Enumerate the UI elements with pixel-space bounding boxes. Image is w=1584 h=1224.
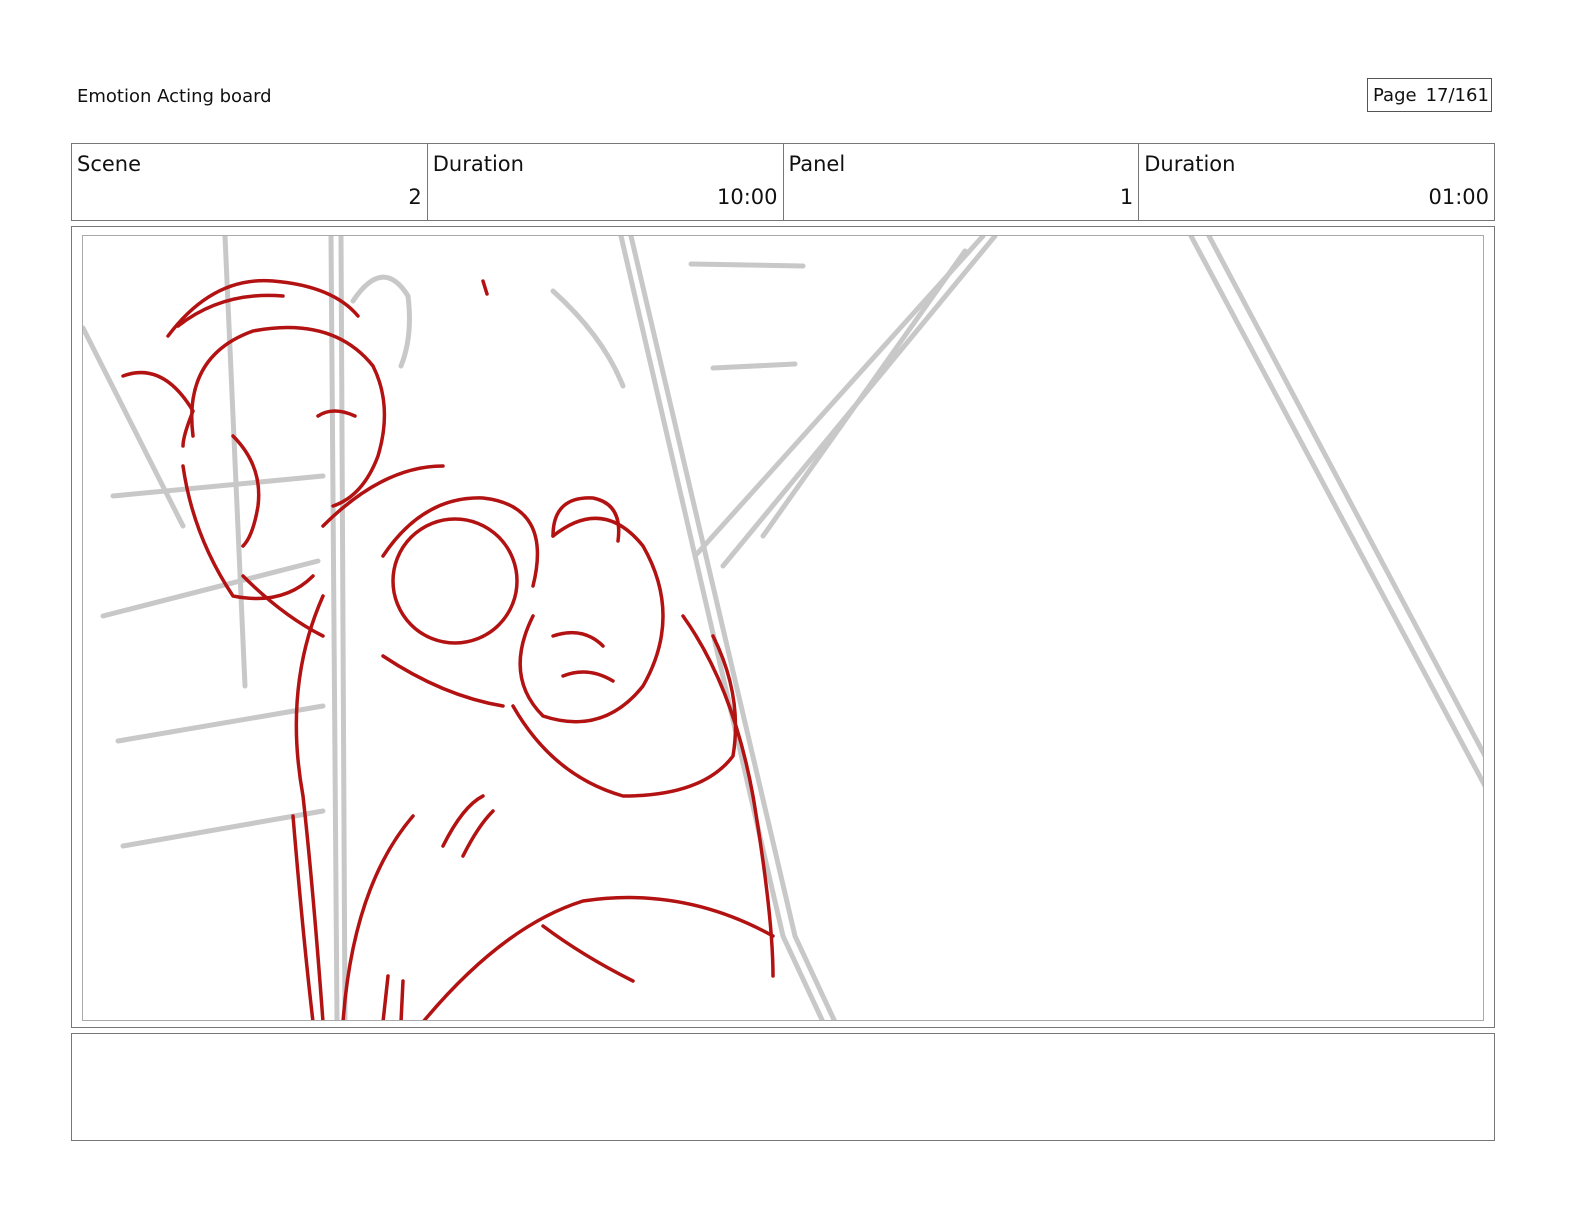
board-title: Emotion Acting board	[77, 86, 272, 107]
guide-line	[1206, 236, 1483, 758]
shoulder-joint	[391, 517, 519, 645]
scene-cell: Scene 2	[72, 144, 428, 220]
storyboard-panel	[82, 235, 1484, 1021]
scene-value: 2	[408, 185, 422, 209]
scene-label: Scene	[77, 152, 142, 176]
character-rough	[121, 278, 775, 1020]
guide-line	[328, 236, 340, 1020]
chest-line	[541, 924, 635, 983]
panel-duration-label: Duration	[1144, 152, 1236, 176]
fist	[518, 516, 665, 724]
guide-lines	[83, 236, 1483, 1020]
guide-line	[688, 261, 806, 269]
notes-box	[71, 1033, 1495, 1141]
eye	[316, 409, 357, 418]
page-indicator: Page 17/161	[1367, 78, 1492, 112]
guide-line	[550, 288, 626, 389]
guide-line	[1188, 236, 1483, 788]
scene-duration-cell: Duration 10:00	[428, 144, 784, 220]
storyboard-panel-frame	[71, 226, 1495, 1028]
torso-mark	[461, 809, 495, 858]
guide-line	[222, 236, 248, 689]
torso-stroke	[381, 974, 390, 1020]
guide-line	[710, 361, 798, 371]
ear-fin	[121, 370, 195, 448]
guide-line	[115, 703, 326, 744]
torso-stroke	[399, 979, 405, 1020]
page-number: 17/161	[1425, 84, 1489, 106]
panel-info-row: Scene 2 Duration 10:00 Panel 1 Duration …	[71, 143, 1495, 221]
guide-line	[100, 558, 321, 619]
page-label: Page	[1373, 84, 1417, 106]
arm-line	[381, 654, 505, 708]
guide-line	[338, 236, 348, 1020]
knuckle	[551, 630, 605, 648]
scene-duration-value: 10:00	[716, 185, 778, 209]
knuckle	[561, 670, 615, 683]
head-mark	[481, 279, 489, 296]
guide-line	[760, 248, 968, 539]
panel-duration-value: 01:00	[1428, 185, 1489, 209]
panel-label: Panel	[788, 152, 846, 176]
panel-cell: Panel 1	[784, 144, 1140, 220]
chest-arc	[422, 895, 775, 1020]
scene-duration-label: Duration	[432, 152, 524, 176]
torso-mark	[441, 794, 485, 848]
guide-line	[110, 473, 326, 499]
torso-left	[294, 594, 325, 1020]
sketch-drawing	[83, 236, 1483, 1020]
panel-value: 1	[1119, 185, 1134, 209]
panel-duration-cell: Duration 01:00	[1139, 144, 1494, 220]
